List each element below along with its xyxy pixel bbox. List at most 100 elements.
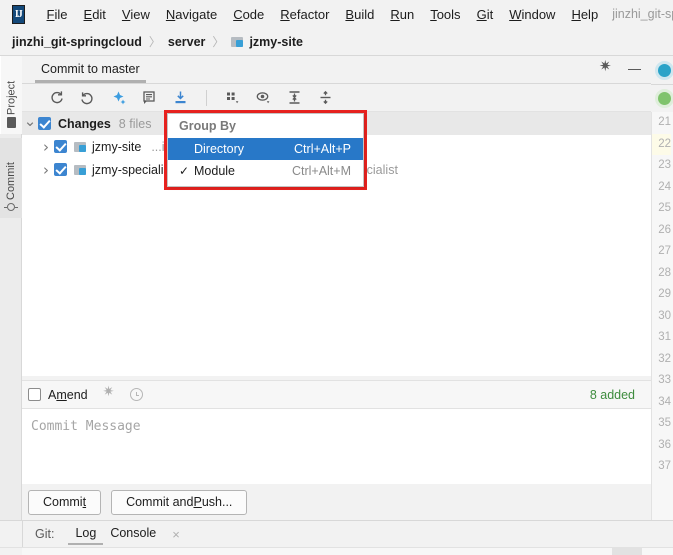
horizontal-scrollbar[interactable] <box>22 548 673 555</box>
rollback-icon[interactable] <box>79 89 96 106</box>
popup-item-label: Module <box>194 164 235 178</box>
gear-icon[interactable] <box>103 383 117 401</box>
breadcrumb-separator: 〉 <box>148 35 161 49</box>
diff-icon[interactable] <box>141 89 158 106</box>
vcs-label: Git: <box>35 527 55 541</box>
intellij-logo-icon: IJ <box>12 4 25 24</box>
module-icon <box>74 141 87 153</box>
added-count-status: 8 added <box>589 387 635 402</box>
popup-item-label: Directory <box>194 142 245 156</box>
commit-message-placeholder: Commit Message <box>31 419 141 434</box>
module-icon <box>231 36 244 48</box>
changes-toolbar <box>22 84 651 112</box>
commit-and-push-button[interactable]: Commit and Push... <box>111 489 248 515</box>
menu-item-file[interactable]: File <box>39 5 76 24</box>
tab-console[interactable]: Console <box>103 523 163 545</box>
line-number: 33 <box>658 374 671 386</box>
gear-icon[interactable] <box>599 59 614 77</box>
group-by-popup: Group By Directory Ctrl+Alt+P ✓ Module C… <box>167 113 364 187</box>
menu-item-help[interactable]: Help <box>563 5 606 24</box>
line-number: 36 <box>658 438 671 451</box>
checkbox-jzmy-specialist[interactable] <box>54 163 67 176</box>
breadcrumb-separator: 〉 <box>212 35 225 49</box>
editor-gutter-line-numbers: 21 22 23 24 25 26 27 28 29 30 31 32 33 3… <box>651 112 673 520</box>
line-number: 22 <box>652 133 671 155</box>
chevron-right-icon[interactable] <box>38 161 54 179</box>
menu-item-code[interactable]: Code <box>225 5 272 24</box>
intellij-idea-window: IJ File Edit View Navigate Code Refactor… <box>0 0 673 555</box>
line-number: 21 <box>658 116 671 128</box>
breadcrumb: jinzhi_git-springcloud 〉 server 〉 jzmy-s… <box>0 28 673 56</box>
commit-message-area[interactable]: Commit Message <box>22 408 651 484</box>
chevron-right-icon[interactable] <box>38 138 54 156</box>
line-number: 26 <box>658 223 671 236</box>
menu-item-git[interactable]: Git <box>469 5 502 24</box>
status-bar: Git: Log Console × <box>0 520 673 555</box>
menu-item-view[interactable]: View <box>114 5 158 24</box>
tree-row-label: Changes <box>58 116 111 131</box>
expand-all-icon[interactable] <box>286 89 303 106</box>
tab-commit-to-master[interactable]: Commit to master <box>35 58 146 83</box>
tool-window-header: Commit to master <box>22 56 651 84</box>
menu-item-edit[interactable]: Edit <box>76 5 114 24</box>
sidebar-item-commit[interactable]: Commit <box>0 138 22 218</box>
tree-row-label: jzmy-specialist <box>92 162 174 177</box>
sidebar-item-project[interactable]: Project <box>0 56 22 134</box>
line-number: 24 <box>658 180 671 193</box>
popup-title: Group By <box>179 119 236 133</box>
menu-item-window[interactable]: Window <box>501 5 563 24</box>
line-number: 35 <box>658 417 671 429</box>
popup-item-shortcut: Ctrl+Alt+P <box>294 142 351 156</box>
menu-item-tools[interactable]: Tools <box>422 5 468 24</box>
shelve-icon[interactable] <box>110 89 127 106</box>
popup-item-directory[interactable]: Directory Ctrl+Alt+P <box>168 138 363 160</box>
sidebar-item-label: Project <box>5 80 18 115</box>
sidebar-item-label: Commit <box>5 162 17 200</box>
tool-window-actions <box>599 59 651 77</box>
line-number: 29 <box>658 288 671 300</box>
popup-item-module[interactable]: ✓ Module Ctrl+Alt+M <box>168 160 363 182</box>
folder-icon <box>7 117 16 128</box>
check-icon: ✓ <box>179 164 190 178</box>
scrollbar-thumb[interactable] <box>612 548 642 555</box>
line-number: 25 <box>658 202 671 214</box>
minimize-icon[interactable] <box>628 68 641 71</box>
line-number: 30 <box>658 309 671 322</box>
checkbox-changes-root[interactable] <box>38 117 51 130</box>
database-icon[interactable] <box>655 61 673 80</box>
amend-checkbox[interactable] <box>28 388 41 401</box>
tree-row-count: 8 files <box>118 116 152 131</box>
checkbox-jzmy-site[interactable] <box>54 140 67 153</box>
line-number: 28 <box>658 266 671 279</box>
amend-bar: Amend 8 added <box>22 380 651 408</box>
commit-button[interactable]: Commi t <box>28 489 102 515</box>
amend-label: Amend <box>48 387 88 402</box>
group-by-icon[interactable] <box>224 89 241 106</box>
menu-item-build[interactable]: Build <box>337 5 382 24</box>
line-number: 23 <box>658 159 671 171</box>
menu-item-run[interactable]: Run <box>382 5 422 24</box>
refresh-icon[interactable] <box>48 89 65 106</box>
clock-icon[interactable] <box>129 388 143 401</box>
close-icon[interactable]: × <box>172 527 180 542</box>
menu-bar: IJ File Edit View Navigate Code Refactor… <box>0 0 673 28</box>
line-number: 37 <box>658 460 671 472</box>
collapse-all-icon[interactable] <box>317 89 334 106</box>
menu-item-refactor[interactable]: Refactor <box>272 5 337 24</box>
tree-row-label: jzmy-site <box>92 139 142 154</box>
line-number: 34 <box>658 395 671 408</box>
preview-icon[interactable] <box>255 89 272 106</box>
breadcrumb-module[interactable]: jzmy-site <box>249 35 303 49</box>
breadcrumb-project[interactable]: jinzhi_git-springcloud <box>12 35 142 49</box>
tab-log[interactable]: Log <box>68 523 104 545</box>
toolbar-divider <box>206 89 207 106</box>
gradle-icon[interactable] <box>655 89 673 108</box>
commit-file-icon[interactable] <box>172 89 189 106</box>
commit-icon <box>7 203 15 211</box>
window-project-title: jinzhi_git-spring <box>612 7 673 21</box>
menu-item-navigate[interactable]: Navigate <box>158 5 225 24</box>
commit-button-bar: Commi t Commit and Push... <box>22 484 651 520</box>
chevron-down-icon[interactable] <box>22 115 38 133</box>
line-number: 32 <box>658 352 671 365</box>
breadcrumb-folder[interactable]: server <box>168 35 206 49</box>
